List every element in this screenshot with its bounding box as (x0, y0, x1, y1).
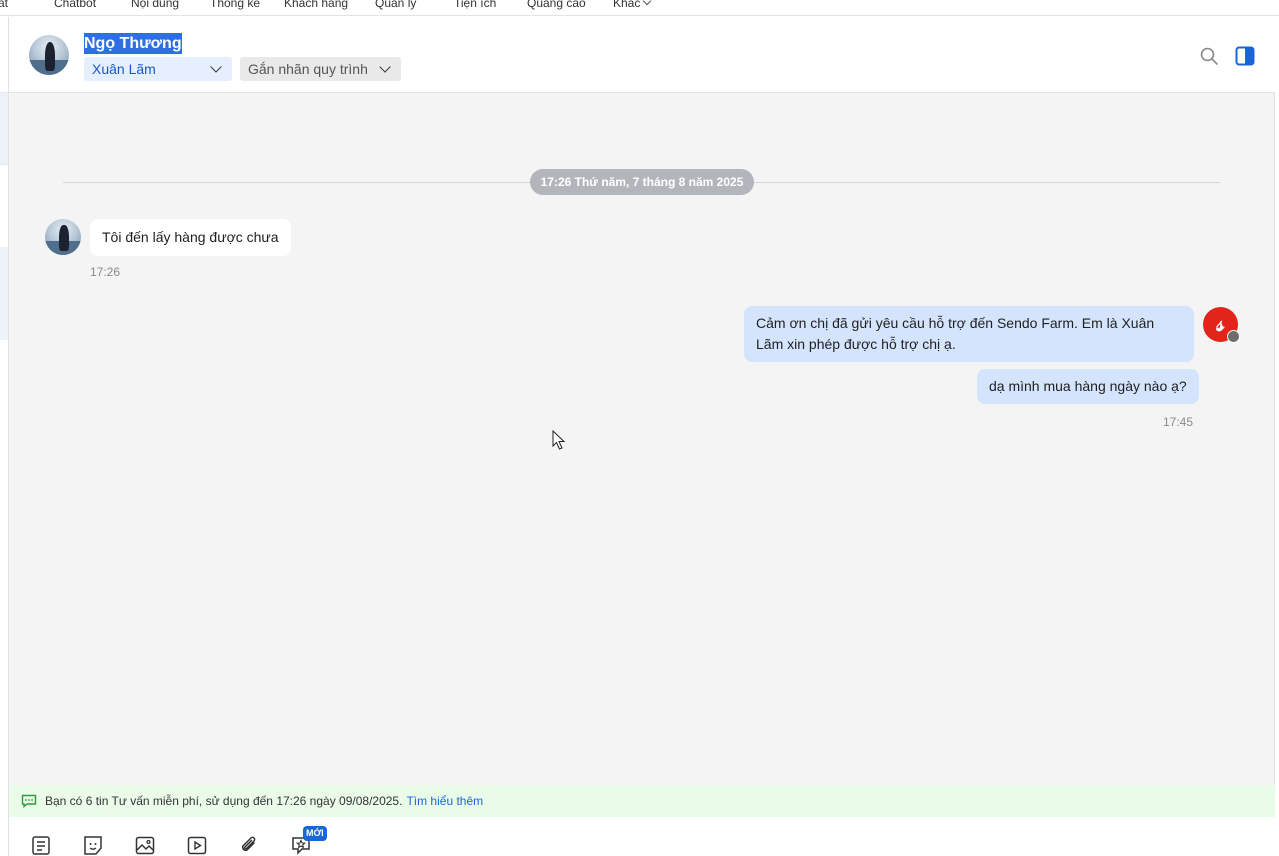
assignee-dropdown[interactable]: Xuân Lãm (84, 57, 232, 81)
nav-item-chat[interactable]: at (0, 0, 8, 10)
assignee-label: Xuân Lãm (92, 61, 156, 77)
free-consult-notice: Bạn có 6 tin Tư vấn miễn phí, sử dụng đế… (9, 785, 1275, 817)
nav-item-content[interactable]: Nội dung (131, 0, 179, 10)
process-tag-label: Gắn nhãn quy trình (248, 61, 368, 77)
page-avatar: 𝓈 (1203, 307, 1240, 343)
chat-header: Ngọ Thương Xuân Lãm Gắn nhãn quy trình (9, 17, 1275, 93)
nav-item-statistics[interactable]: Thống kê (210, 0, 260, 10)
chevron-down-icon (379, 61, 391, 73)
nav-item-more-label: Khác (613, 0, 641, 10)
attachment-icon[interactable] (238, 834, 260, 856)
chevron-down-icon (643, 0, 652, 6)
quick-reply-icon[interactable] (30, 834, 52, 856)
search-icon[interactable] (1199, 46, 1219, 66)
date-divider: 17:26 Thứ năm, 7 tháng 8 năm 2025 (530, 169, 754, 195)
nav-item-more[interactable]: Khác (613, 0, 652, 10)
chat-bubble-icon (21, 794, 37, 808)
conversation-list-sidebar (0, 17, 9, 856)
agent-badge-icon (1227, 330, 1240, 343)
contact-name[interactable]: Ngọ Thương (84, 33, 182, 54)
message-time: 17:45 (1163, 415, 1194, 429)
outgoing-message: Cảm ơn chị đã gửi yêu cầu hỗ trợ đến Sen… (744, 306, 1194, 362)
learn-more-link[interactable]: Tìm hiểu thêm (406, 794, 483, 808)
sender-avatar[interactable] (45, 219, 81, 255)
composer-toolbar: MỚI (9, 817, 1275, 856)
conversation-list-item[interactable] (0, 92, 8, 165)
sticker-icon[interactable] (82, 834, 104, 856)
image-icon[interactable] (134, 834, 156, 856)
notice-text-wrap: Bạn có 6 tin Tư vấn miễn phí, sử dụng đế… (45, 794, 483, 808)
nav-item-chatbot[interactable]: Chatbot (54, 0, 96, 10)
video-icon[interactable] (186, 834, 208, 856)
nav-item-customers[interactable]: Khách hàng (284, 0, 348, 10)
nav-item-ads[interactable]: Quảng cáo (527, 0, 586, 10)
nav-item-management[interactable]: Quản lý (375, 0, 416, 10)
mouse-cursor-icon (552, 430, 566, 450)
conversation-list-item[interactable] (0, 247, 8, 340)
new-badge: MỚI (303, 826, 327, 841)
process-tag-dropdown[interactable]: Gắn nhãn quy trình (240, 57, 401, 81)
sendo-logo-icon: 𝓈 (1216, 311, 1225, 336)
notice-text: Bạn có 6 tin Tư vấn miễn phí, sử dụng đế… (45, 794, 403, 808)
incoming-message: Tôi đến lấy hàng được chưa (90, 219, 291, 256)
contact-avatar[interactable] (29, 35, 69, 75)
message-time: 17:26 (90, 265, 121, 279)
nav-item-utilities[interactable]: Tiện ích (454, 0, 496, 10)
chevron-down-icon (210, 61, 222, 73)
outgoing-message: dạ mình mua hàng ngày nào ạ? (977, 369, 1199, 404)
chat-panel: Ngọ Thương Xuân Lãm Gắn nhãn quy trình 1… (9, 17, 1275, 856)
top-navigation: at Chatbot Nội dung Thống kê Khách hàng … (0, 0, 1279, 16)
side-panel-toggle-icon[interactable] (1235, 46, 1255, 66)
